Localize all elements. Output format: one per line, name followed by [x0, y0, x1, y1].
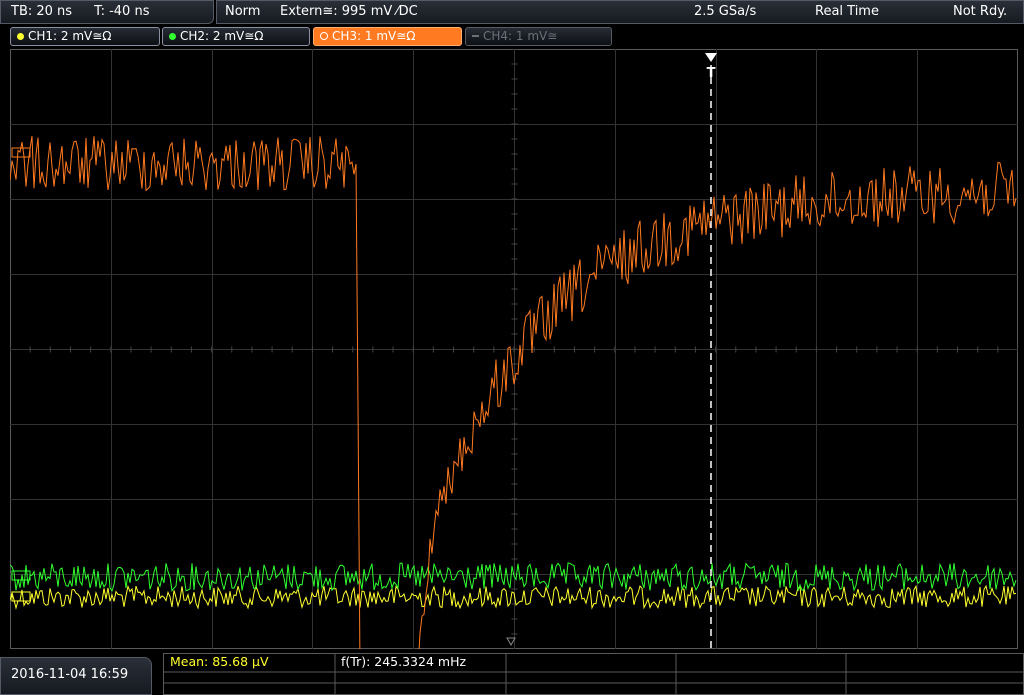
ch2-dot-icon [169, 33, 176, 40]
timebase-panel[interactable]: TB: 20 ns T: -40 ns [0, 0, 214, 24]
waveform-display[interactable]: T [10, 49, 1018, 649]
ch4-label: CH4: 1 mV≅ [483, 29, 558, 43]
trigger-source[interactable]: Extern≅: 995 mV ⁄DC [280, 1, 418, 23]
sample-rate[interactable]: 2.5 GSa/s [694, 1, 756, 23]
ch2-label: CH2: 2 mV≅Ω [180, 29, 264, 43]
trigger-time-readout[interactable]: T: -40 ns [94, 4, 149, 19]
mean-measurement[interactable]: Mean: 85.68 µV [170, 654, 269, 670]
date-time: 2016-11-04 16:59 [0, 657, 152, 695]
ch3-dot-icon [320, 32, 328, 40]
channel-tabs: CH1: 2 mV≅Ω CH2: 2 mV≅Ω CH3: 1 mV≅Ω CH4:… [0, 25, 1024, 47]
trigger-marker-label: T [707, 66, 716, 81]
measurement-table[interactable] [163, 653, 1024, 695]
bottom-bar: 2016-11-04 16:59 Mean: 85.68 µV f(Tr): 2… [0, 653, 1024, 695]
tab-ch3[interactable]: CH3: 1 mV≅Ω [313, 27, 462, 46]
trigger-mode[interactable]: Norm [225, 1, 260, 23]
status-bar: TB: 20 ns T: -40 ns Norm Extern≅: 995 mV … [0, 0, 1024, 24]
ch3-label: CH3: 1 mV≅Ω [332, 29, 416, 43]
tab-ch1[interactable]: CH1: 2 mV≅Ω [10, 27, 160, 46]
ch1-dot-icon [17, 33, 24, 40]
ch1-label: CH1: 2 mV≅Ω [28, 29, 112, 43]
acquisition-status: Not Rdy. [953, 4, 1008, 19]
ch4-off-icon [472, 35, 479, 37]
tab-ch2[interactable]: CH2: 2 mV≅Ω [162, 27, 310, 46]
measurement-frame [163, 653, 1024, 695]
frequency-measurement[interactable]: f(Tr): 245.3324 mHz [341, 654, 466, 670]
trigger-acq-panel[interactable]: Norm Extern≅: 995 mV ⁄DC 2.5 GSa/s Real … [216, 0, 1024, 24]
acquisition-mode[interactable]: Real Time [815, 1, 879, 23]
timebase-readout[interactable]: TB: 20 ns [11, 4, 72, 19]
tab-ch4[interactable]: CH4: 1 mV≅ [465, 27, 612, 46]
